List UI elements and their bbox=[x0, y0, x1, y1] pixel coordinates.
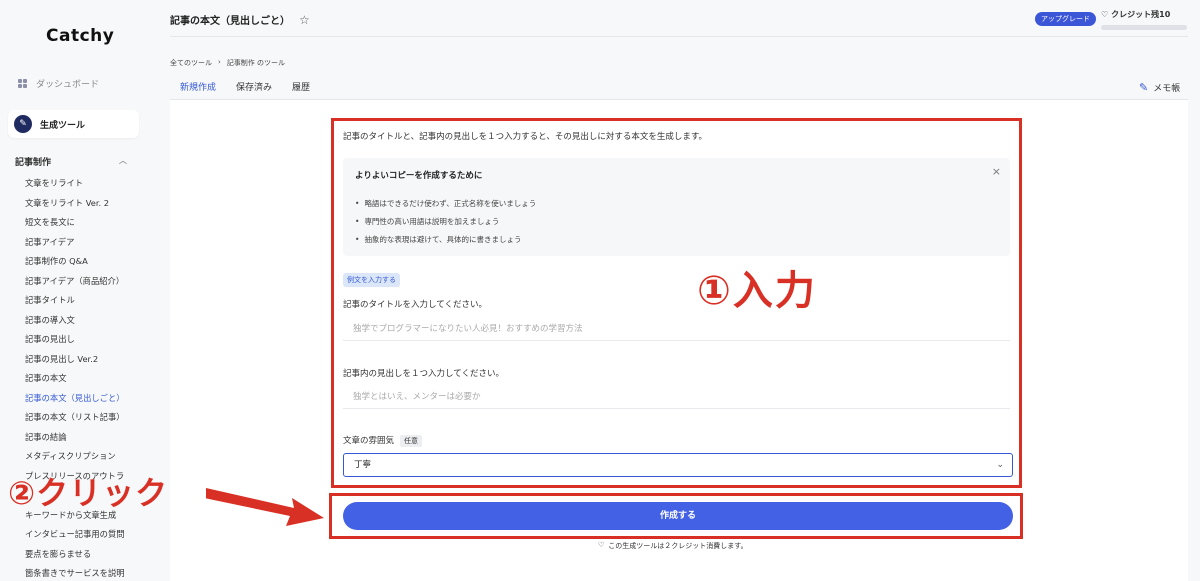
title-label: 記事のタイトルを入力してください。 bbox=[343, 300, 487, 310]
breadcrumb: 全てのツール › 記事制作 のツール bbox=[170, 58, 285, 68]
diamond-icon: ♡ bbox=[1101, 10, 1109, 19]
breadcrumb-current[interactable]: 記事制作 のツール bbox=[227, 58, 285, 68]
arrow-icon bbox=[206, 488, 324, 526]
sidebar-tool-item[interactable]: 記事の結論 bbox=[25, 431, 125, 451]
credit-note-text: この生成ツールは２クレジット消費します。 bbox=[608, 542, 748, 550]
annotation-click: ②クリック bbox=[8, 474, 169, 512]
memo-label: メモ帳 bbox=[1153, 84, 1181, 94]
sample-input-button[interactable]: 例文を入力する bbox=[343, 273, 400, 287]
sidebar-tool-item[interactable]: 短文を長文に bbox=[25, 216, 125, 236]
annotation-input: ①入力 bbox=[697, 268, 817, 314]
breadcrumb-separator: › bbox=[218, 58, 221, 66]
sidebar-tool-item[interactable]: 記事アイデア（商品紹介） bbox=[25, 275, 125, 295]
credit-text: クレジット残10 bbox=[1111, 10, 1171, 19]
wand-icon: ✎ bbox=[14, 115, 32, 133]
sidebar-tool-item[interactable]: 文章をリライト Ver. 2 bbox=[25, 197, 125, 217]
tips-item: 専門性の高い用語は説明を加えましょう bbox=[355, 216, 536, 234]
app-logo[interactable]: Catchy bbox=[46, 26, 114, 46]
optional-badge: 任意 bbox=[400, 435, 423, 447]
heading-input[interactable]: 独学とはいえ、メンターは必要か bbox=[343, 385, 1010, 409]
form-intro: 記事のタイトルと、記事内の見出しを１つ入力すると、その見出しに対する本文を生成し… bbox=[343, 132, 707, 142]
tips-item: 略語はできるだけ使わず、正式名称を使いましょう bbox=[355, 198, 536, 216]
sidebar-tool-item[interactable]: 記事の本文（リスト記事） bbox=[25, 411, 125, 431]
sidebar-tool-item[interactable]: 記事の見出し bbox=[25, 333, 125, 353]
sidebar-tool-item[interactable]: 要点を膨らませる bbox=[25, 548, 125, 568]
sidebar-item-label: 生成ツール bbox=[40, 120, 86, 131]
credit-note: ♡ この生成ツールは２クレジット消費します。 bbox=[598, 541, 748, 551]
page-title: 記事の本文（見出しごと） ☆ bbox=[170, 12, 310, 28]
tone-select[interactable]: 丁寧 ⌄ bbox=[343, 453, 1013, 477]
sidebar-item-dashboard[interactable]: ダッシュボード bbox=[18, 77, 99, 90]
sidebar-tool-item[interactable]: 記事アイデア bbox=[25, 236, 125, 256]
sidebar-tool-item[interactable]: メタディスクリプション bbox=[25, 450, 125, 470]
star-icon[interactable]: ☆ bbox=[299, 13, 310, 27]
sidebar-tool-item[interactable]: 記事制作の Q&A bbox=[25, 255, 125, 275]
breadcrumb-root[interactable]: 全てのツール bbox=[170, 58, 212, 68]
sidebar-tool-item-active[interactable]: 記事の本文（見出しごと） bbox=[25, 392, 125, 412]
sidebar-tool-item[interactable]: 文章をリライト bbox=[25, 177, 125, 197]
chevron-up-icon: ︿ bbox=[119, 156, 127, 165]
credit-progress-bar bbox=[1101, 25, 1187, 30]
tone-label: 文章の雰囲気 任意 bbox=[343, 434, 423, 447]
header-divider bbox=[170, 36, 1188, 37]
sidebar-tool-item[interactable]: 記事の見出し Ver.2 bbox=[25, 353, 125, 373]
sidebar-section-label: 記事制作 bbox=[15, 158, 52, 168]
tips-list: 略語はできるだけ使わず、正式名称を使いましょう 専門性の高い用語は説明を加えまし… bbox=[355, 198, 536, 252]
sidebar-tool-item[interactable]: 記事の導入文 bbox=[25, 314, 125, 334]
pencil-icon: ✎ bbox=[1139, 81, 1149, 94]
sidebar-item-gen-tools[interactable]: ✎ 生成ツール bbox=[8, 110, 139, 138]
sidebar-tool-item[interactable]: 記事の本文 bbox=[25, 372, 125, 392]
sidebar-tool-item[interactable]: 記事タイトル bbox=[25, 294, 125, 314]
tone-select-value: 丁寧 bbox=[354, 460, 372, 470]
sidebar-tool-item[interactable]: 箇条書きでサービスを説明 bbox=[25, 567, 125, 581]
credit-indicator: ♡ クレジット残10 bbox=[1101, 9, 1170, 20]
tips-title: よりよいコピーを作成するために bbox=[355, 171, 483, 181]
memo-button[interactable]: ✎ メモ帳 bbox=[1139, 81, 1180, 94]
create-button[interactable]: 作成する bbox=[343, 502, 1013, 530]
heading-label: 記事内の見出しを１つ入力してください。 bbox=[343, 369, 504, 379]
chevron-down-icon: ⌄ bbox=[996, 460, 1004, 470]
close-icon[interactable]: × bbox=[992, 165, 1001, 178]
grid-icon bbox=[18, 79, 27, 88]
sidebar-tool-list: 文章をリライト 文章をリライト Ver. 2 短文を長文に 記事アイデア 記事制… bbox=[25, 177, 125, 581]
upgrade-button[interactable]: アップグレード bbox=[1035, 12, 1096, 26]
sidebar-item-label: ダッシュボード bbox=[36, 80, 100, 90]
sidebar-tool-item[interactable]: インタビュー記事用の質問 bbox=[25, 528, 125, 548]
sidebar-section-article[interactable]: 記事制作 ︿ bbox=[15, 155, 127, 168]
diamond-icon: ♡ bbox=[598, 541, 605, 549]
title-input[interactable]: 独学でプログラマーになりたい人必見！おすすめの学習方法 bbox=[343, 317, 1010, 341]
tone-label-text: 文章の雰囲気 bbox=[343, 436, 395, 446]
tips-item: 抽象的な表現は避けて、具体的に書きましょう bbox=[355, 234, 536, 252]
tips-panel: よりよいコピーを作成するために × 略語はできるだけ使わず、正式名称を使いましょ… bbox=[343, 158, 1010, 256]
page-title-text: 記事の本文（見出しごと） bbox=[170, 16, 290, 27]
